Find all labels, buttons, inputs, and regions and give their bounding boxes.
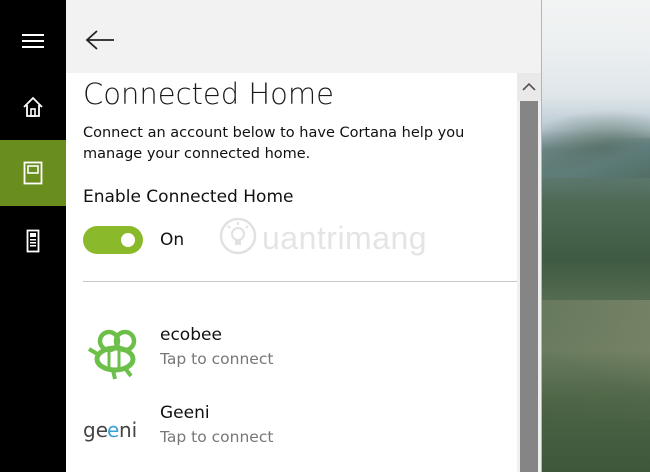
ecobee-bee-icon bbox=[87, 329, 137, 380]
nav-home-button[interactable] bbox=[0, 74, 66, 140]
watermark-text: uantrimang bbox=[262, 220, 428, 256]
section-divider bbox=[83, 281, 517, 282]
wallpaper-ridge bbox=[540, 300, 650, 420]
menu-button[interactable] bbox=[0, 8, 66, 74]
nav-device-button[interactable] bbox=[0, 208, 66, 274]
nav-rail bbox=[0, 0, 66, 472]
service-status: Tap to connect bbox=[160, 350, 274, 368]
geeni-logo-mark: ge e ni bbox=[83, 418, 137, 442]
wallpaper-ridge bbox=[540, 138, 650, 178]
cortana-window: Connected Home Connect an account below … bbox=[0, 0, 542, 472]
enable-connected-home-label: Enable Connected Home bbox=[83, 187, 294, 207]
nav-notebook-button[interactable] bbox=[0, 140, 66, 206]
service-status: Tap to connect bbox=[160, 428, 274, 446]
enable-connected-home-toggle[interactable] bbox=[83, 226, 143, 254]
hamburger-menu-icon bbox=[22, 34, 44, 48]
chevron-up-icon bbox=[522, 83, 536, 91]
header-bar bbox=[66, 0, 541, 73]
back-button[interactable] bbox=[78, 20, 122, 60]
toggle-state-label: On bbox=[160, 230, 185, 250]
geeni-logo-accent: e bbox=[107, 418, 119, 442]
settings-content: Connected Home Connect an account below … bbox=[66, 73, 517, 472]
geeni-logo: ge e ni bbox=[83, 399, 145, 461]
watermark-lightbulb-icon bbox=[219, 217, 257, 255]
page-description: Connect an account below to have Cortana… bbox=[83, 125, 465, 162]
service-name: ecobee bbox=[160, 325, 222, 345]
vertical-scrollbar[interactable] bbox=[517, 73, 541, 472]
scroll-up-button[interactable] bbox=[517, 73, 541, 101]
geeni-logo-tail: ni bbox=[119, 418, 137, 442]
notebook-icon bbox=[23, 161, 43, 185]
home-icon bbox=[23, 96, 43, 117]
service-name: Geeni bbox=[160, 403, 210, 423]
scroll-thumb[interactable] bbox=[520, 101, 538, 472]
device-icon bbox=[26, 229, 40, 253]
page-title: Connected Home bbox=[83, 77, 335, 111]
toggle-knob bbox=[121, 233, 135, 247]
ecobee-logo bbox=[83, 321, 145, 383]
service-item-geeni[interactable]: ge e ni Geeni Tap to connect bbox=[83, 399, 503, 461]
watermark: uantrimang bbox=[216, 214, 456, 264]
geeni-logo-text: ge bbox=[83, 418, 108, 442]
desktop-wallpaper bbox=[540, 0, 650, 472]
back-arrow-icon bbox=[85, 30, 114, 50]
service-item-ecobee[interactable]: ecobee Tap to connect bbox=[83, 321, 503, 383]
